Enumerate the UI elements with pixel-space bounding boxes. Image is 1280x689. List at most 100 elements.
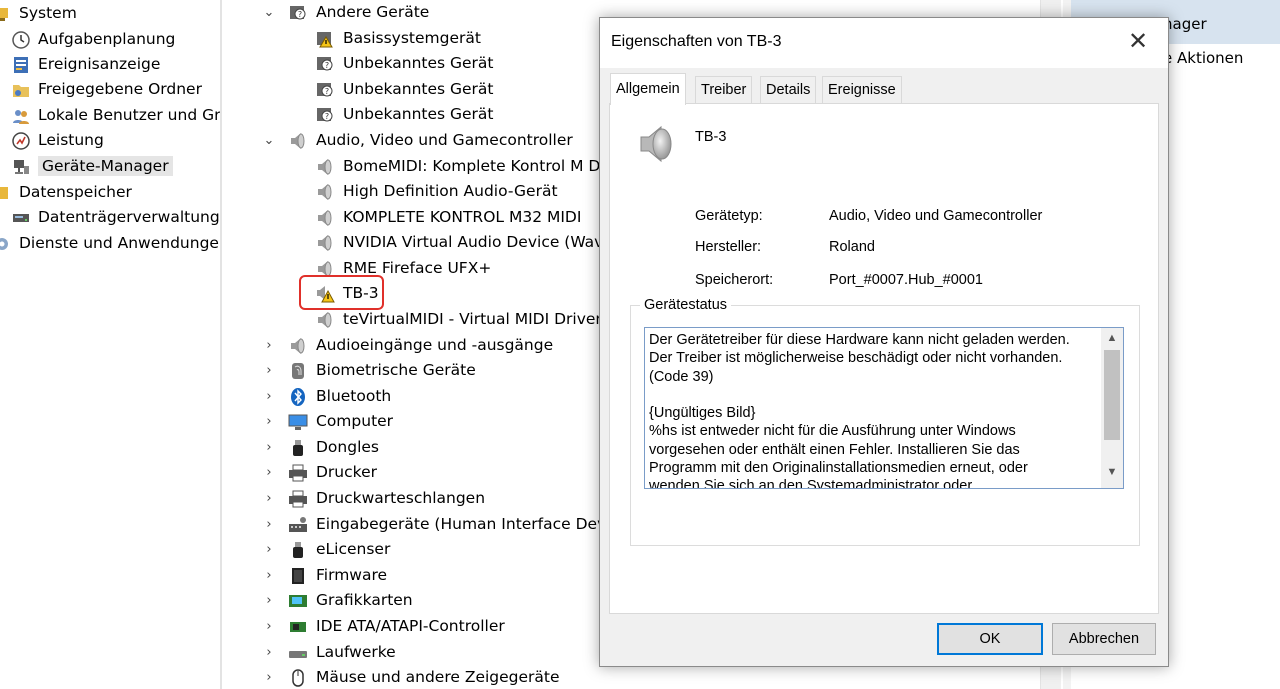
printer-icon: [288, 489, 308, 509]
speaker-icon: [315, 182, 335, 202]
device-name: TB-3: [695, 129, 727, 145]
device-row-label: High Definition Audio-Gerät: [343, 182, 558, 200]
device-row-label: Firmware: [316, 566, 388, 584]
chip-icon: [288, 566, 308, 586]
monitor-icon: [288, 412, 308, 432]
chevron-right-icon[interactable]: ›: [262, 640, 276, 665]
device-status-text: Der Gerätetreiber für diese Hardware kan…: [649, 332, 1070, 489]
tab-treiber[interactable]: Treiber: [695, 76, 753, 104]
scroll-up-icon[interactable]: ▲: [1101, 332, 1123, 344]
device-row-label: Grafikkarten: [316, 591, 413, 609]
chevron-right-icon[interactable]: ›: [262, 333, 276, 358]
tree-item-system[interactable]: System: [0, 1, 77, 26]
scroll-thumb[interactable]: [1104, 350, 1120, 440]
chevron-right-icon[interactable]: ›: [262, 588, 276, 613]
tree-item-lokale-benutzer[interactable]: Lokale Benutzer und Gru: [11, 103, 220, 128]
tree-item-freigegebene-ordner[interactable]: Freigegebene Ordner: [11, 77, 202, 102]
disk-icon: [11, 208, 31, 228]
tree-item-leistung[interactable]: Leistung: [11, 128, 104, 153]
console-tree-pane: System Aufgabenplanung Ereignisanzeige F…: [0, 0, 220, 689]
device-row-label: teVirtualMIDI - Virtual MIDI Driver: [343, 310, 602, 328]
chevron-right-icon[interactable]: ›: [262, 614, 276, 639]
chevron-right-icon[interactable]: ›: [262, 665, 276, 689]
dialog-title: Eigenschaften von TB-3: [611, 33, 782, 50]
tree-item-datenspeicher[interactable]: Datenspeicher: [0, 180, 132, 205]
chevron-right-icon[interactable]: ›: [262, 460, 276, 485]
device-row-label: Biometrische Geräte: [316, 361, 476, 379]
tree-item-geraete-manager[interactable]: Geräte-Manager: [11, 154, 173, 179]
device-row-label: Mäuse und andere Zeigegeräte: [316, 668, 560, 686]
chevron-right-icon[interactable]: ›: [262, 384, 276, 409]
tree-item-ereignisanzeige[interactable]: Ereignisanzeige: [11, 52, 160, 77]
close-icon[interactable]: ✕: [1123, 28, 1153, 58]
chevron-down-icon[interactable]: ⌄: [262, 0, 276, 25]
speaker-icon: [635, 123, 675, 165]
device-row-label: Basissystemgerät: [343, 29, 481, 47]
unknown-device-icon: ?: [315, 54, 335, 74]
performance-icon: [11, 131, 31, 151]
cancel-button[interactable]: Abbrechen: [1052, 623, 1156, 655]
device-status-caption: Gerätestatus: [640, 297, 732, 313]
tb3-highlight-box: [299, 275, 384, 310]
chevron-right-icon[interactable]: ›: [262, 435, 276, 460]
unknown-device-icon: ?: [315, 80, 335, 100]
event-viewer-icon: [11, 55, 31, 75]
device-status-textbox[interactable]: Der Gerätetreiber für diese Hardware kan…: [644, 327, 1124, 489]
chevron-right-icon[interactable]: ›: [262, 486, 276, 511]
tab-ereignisse[interactable]: Ereignisse: [822, 76, 902, 104]
shared-folder-icon: [11, 80, 31, 100]
tree-item-datentraegerverwaltung[interactable]: Datenträgerverwaltung: [11, 205, 220, 230]
actions-header-label: nager: [1163, 15, 1207, 33]
chevron-right-icon[interactable]: ›: [262, 358, 276, 383]
device-row-label: Dongles: [316, 438, 379, 456]
device-row-label: Audio, Video und Gamecontroller: [316, 131, 573, 149]
speaker-icon: [315, 157, 335, 177]
device-row-label: Laufwerke: [316, 643, 396, 661]
chevron-right-icon[interactable]: ›: [262, 512, 276, 537]
users-icon: [11, 106, 31, 126]
system-icon: [0, 4, 12, 24]
ok-button[interactable]: OK: [937, 623, 1043, 655]
device-row-mäuse-und-andere-zeigegeräte[interactable]: › Mäuse und andere Zeigegeräte: [222, 665, 1012, 689]
dialog-titlebar[interactable]: Eigenschaften von TB-3 ✕: [600, 18, 1168, 68]
dongle-icon: [288, 540, 308, 560]
bluetooth-icon: [288, 387, 308, 407]
status-scrollbar[interactable]: ▲ ▼: [1101, 328, 1123, 488]
chevron-down-icon[interactable]: ⌄: [262, 128, 276, 153]
speaker-icon: [288, 131, 308, 151]
device-row-label: Eingabegeräte (Human Interface Devic: [316, 515, 620, 533]
speaker-icon: [315, 208, 335, 228]
svg-text:?: ?: [325, 61, 329, 70]
device-row-label: eLicenser: [316, 540, 391, 558]
storage-icon: [0, 183, 12, 203]
properties-dialog: Eigenschaften von TB-3 ✕ Allgemein Treib…: [599, 17, 1169, 667]
clock-icon: [11, 30, 31, 50]
tab-details[interactable]: Details: [760, 76, 817, 104]
device-row-label: Unbekanntes Gerät: [343, 80, 494, 98]
tree-item-aufgabenplanung[interactable]: Aufgabenplanung: [11, 27, 175, 52]
tree-item-dienste-und-anwendungen[interactable]: Dienste und Anwendungen: [0, 231, 220, 256]
scroll-down-icon[interactable]: ▼: [1101, 466, 1123, 478]
unknown-device-icon: ?: [288, 3, 308, 23]
device-row-label: KOMPLETE KONTROL M32 MIDI: [343, 208, 582, 226]
display-adapter-icon: [288, 591, 308, 611]
unknown-device-icon: ?: [315, 105, 335, 125]
chevron-right-icon[interactable]: ›: [262, 409, 276, 434]
device-row-label: Audioeingänge und -ausgänge: [316, 336, 554, 354]
prop-value-type: Audio, Video und Gamecontroller: [829, 208, 1043, 224]
chevron-right-icon[interactable]: ›: [262, 537, 276, 562]
dongle-icon: [288, 438, 308, 458]
tab-allgemein[interactable]: Allgemein: [610, 73, 686, 105]
chevron-right-icon[interactable]: ›: [262, 563, 276, 588]
svg-text:?: ?: [325, 112, 329, 121]
svg-text:?: ?: [325, 87, 329, 96]
device-row-label: Andere Geräte: [316, 3, 430, 21]
hid-icon: [288, 515, 308, 535]
warning-device-icon: [315, 29, 335, 49]
device-row-label: Druckwarteschlangen: [316, 489, 486, 507]
device-row-label: NVIDIA Virtual Audio Device (Wave: [343, 233, 613, 251]
device-row-label: Computer: [316, 412, 394, 430]
actions-more-item[interactable]: e Aktionen: [1163, 49, 1243, 67]
services-icon: [0, 234, 12, 254]
svg-text:?: ?: [298, 10, 302, 19]
